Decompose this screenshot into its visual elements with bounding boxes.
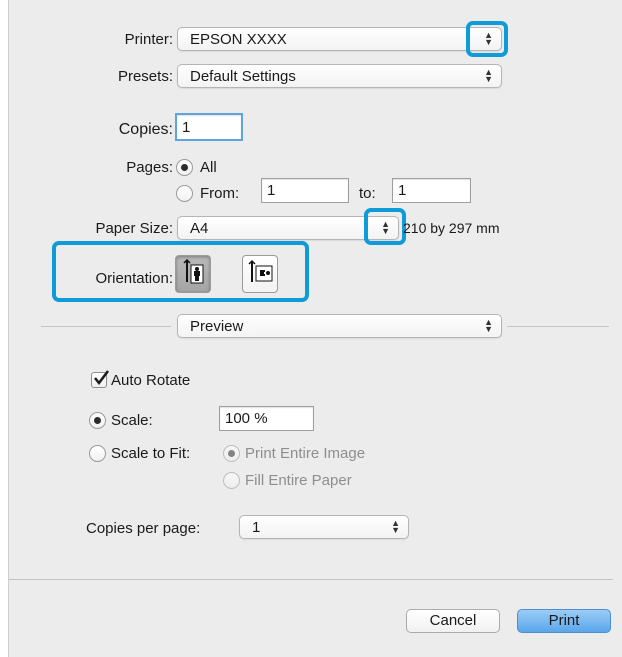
- paper-dimensions-text: 210 by 297 mm: [403, 220, 500, 236]
- checkmark-icon: [94, 370, 109, 386]
- fill-entire-paper-radio[interactable]: [223, 472, 240, 489]
- print-entire-image-radio[interactable]: [223, 445, 240, 462]
- print-entire-image-label: Print Entire Image: [245, 445, 366, 462]
- paper-size-popup[interactable]: A4 ▲ ▼: [177, 216, 399, 240]
- pages-all-label: All: [200, 159, 217, 176]
- orientation-label: Orientation:: [95, 270, 173, 287]
- print-dialog: Printer: EPSON XXXX ▲ ▼ Presets: Default …: [8, 0, 622, 657]
- copies-per-page-value: 1: [252, 519, 261, 536]
- pages-to-label: to:: [359, 185, 376, 202]
- copies-value: 1: [182, 119, 191, 136]
- auto-rotate-checkbox[interactable]: [91, 370, 109, 388]
- presets-value: Default Settings: [190, 68, 296, 85]
- scale-field[interactable]: 100 %: [219, 406, 314, 431]
- copies-field[interactable]: 1: [175, 113, 243, 141]
- printer-label: Printer:: [124, 31, 173, 48]
- updown-arrows-icon: ▲ ▼: [381, 219, 390, 236]
- panel-selector-value: Preview: [190, 318, 244, 335]
- footer-divider: [9, 579, 613, 580]
- panel-selector-popup[interactable]: Preview ▲ ▼: [177, 314, 502, 338]
- fill-entire-paper-label: Fill Entire Paper: [245, 472, 352, 489]
- print-button[interactable]: Print: [517, 609, 611, 633]
- scale-to-fit-label: Scale to Fit:: [111, 445, 191, 462]
- section-divider-left: [41, 326, 171, 327]
- copies-per-page-label: Copies per page:: [86, 520, 201, 537]
- updown-arrows-icon: ▲ ▼: [484, 317, 493, 334]
- pages-to-value: 1: [398, 182, 407, 199]
- pages-all-radio[interactable]: [176, 159, 193, 176]
- portrait-orientation-icon: [183, 258, 204, 284]
- updown-arrows-icon: ▲ ▼: [484, 30, 493, 47]
- section-divider-right: [507, 326, 609, 327]
- landscape-orientation-icon: [248, 259, 273, 282]
- pages-from-field[interactable]: 1: [261, 178, 349, 203]
- scale-radio[interactable]: [89, 412, 106, 429]
- paper-size-value: A4: [190, 220, 209, 237]
- copies-label: Copies:: [118, 121, 173, 138]
- paper-size-label: Paper Size:: [95, 220, 173, 237]
- copies-per-page-popup[interactable]: 1 ▲ ▼: [239, 515, 409, 539]
- printer-value: EPSON XXXX: [190, 31, 287, 48]
- pages-from-label: From:: [200, 185, 240, 202]
- presets-label: Presets:: [117, 68, 173, 85]
- auto-rotate-label: Auto Rotate: [111, 372, 191, 389]
- cancel-button[interactable]: Cancel: [406, 609, 500, 633]
- updown-arrows-icon: ▲ ▼: [484, 67, 493, 84]
- printer-popup[interactable]: EPSON XXXX ▲ ▼: [177, 27, 502, 51]
- pages-from-value: 1: [267, 182, 276, 199]
- scale-label: Scale:: [111, 412, 153, 429]
- scale-to-fit-radio[interactable]: [89, 445, 106, 462]
- orientation-landscape-button[interactable]: [242, 255, 278, 293]
- orientation-portrait-button[interactable]: [175, 255, 211, 293]
- pages-to-field[interactable]: 1: [392, 178, 471, 203]
- pages-label: Pages:: [126, 159, 173, 176]
- updown-arrows-icon: ▲ ▼: [391, 518, 400, 535]
- pages-from-radio[interactable]: [176, 185, 193, 202]
- scale-value: 100 %: [225, 410, 268, 427]
- presets-popup[interactable]: Default Settings ▲ ▼: [177, 64, 502, 88]
